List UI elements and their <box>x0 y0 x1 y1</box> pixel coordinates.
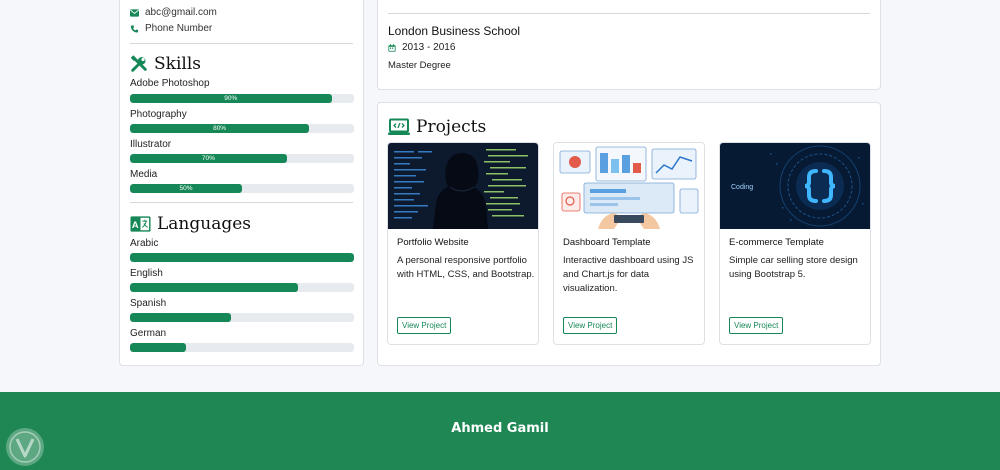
education-card: London Business School 2013 - 2016 Maste… <box>377 0 881 90</box>
project-title: Dashboard Template <box>563 237 651 248</box>
skill-name: Photography <box>130 109 187 120</box>
languages-heading: A Languages <box>130 214 251 234</box>
skill-name: Illustrator <box>130 139 172 150</box>
degree-name: Master Degree <box>388 60 451 71</box>
divider <box>130 43 353 44</box>
coder-image <box>388 143 538 229</box>
project-card: Coding E-commerce Template Simple car se… <box>719 142 871 345</box>
skill-progress-bar: 90% <box>130 94 354 103</box>
project-card: Dashboard Template Interactive dashboard… <box>553 142 705 345</box>
translate-icon: A <box>130 216 151 232</box>
skill-name: Media <box>130 169 158 180</box>
skill-progress-fill: 70% <box>130 154 287 163</box>
skills-title: Skills <box>154 54 201 74</box>
profile-sidebar-card: abc@gmail.com Phone Number Skills Adobe … <box>119 0 364 366</box>
footer: Ahmed Gamil <box>0 392 1000 470</box>
skill-progress-fill: 50% <box>130 184 242 193</box>
calendar-icon <box>388 43 396 52</box>
skill-progress-fill: 80% <box>130 124 310 133</box>
email-text: abc@gmail.com <box>145 7 217 18</box>
education-years: 2013 - 2016 <box>402 42 456 53</box>
language-name: German <box>130 328 167 339</box>
project-description: A personal responsive portfolio with HTM… <box>397 255 535 280</box>
language-progress-bar <box>130 343 354 352</box>
view-project-button[interactable]: View Project <box>729 317 784 334</box>
svg-text:A: A <box>132 220 139 231</box>
language-name: Spanish <box>130 298 167 309</box>
project-title: E-commerce Template <box>729 237 824 248</box>
project-image: Coding <box>720 143 870 229</box>
view-project-button[interactable]: View Project <box>563 317 618 334</box>
skills-heading: Skills <box>130 54 201 74</box>
school-name: London Business School <box>388 24 521 38</box>
language-progress-fill <box>130 343 186 352</box>
view-project-button[interactable]: View Project <box>397 317 452 334</box>
skill-progress-bar: 50% <box>130 184 354 193</box>
project-image <box>388 143 538 229</box>
coding-braces-image: Coding <box>720 143 870 229</box>
phone-row: Phone Number <box>130 23 212 34</box>
language-progress-fill <box>130 253 354 262</box>
footer-name: Ahmed Gamil <box>451 421 549 436</box>
project-description: Simple car selling store design using Bo… <box>729 255 858 280</box>
project-card: Portfolio Website A personal responsive … <box>387 142 539 345</box>
divider <box>388 13 870 14</box>
skill-progress-bar: 70% <box>130 154 354 163</box>
projects-title: Projects <box>416 117 487 137</box>
language-progress-bar <box>130 253 354 262</box>
phone-icon <box>130 24 139 33</box>
skill-progress-fill: 90% <box>130 94 332 103</box>
language-progress-bar <box>130 283 354 292</box>
code-laptop-icon <box>388 118 410 135</box>
education-years-row: 2013 - 2016 <box>388 42 455 53</box>
tools-icon <box>130 55 147 72</box>
phone-text: Phone Number <box>145 23 213 34</box>
divider <box>130 202 353 203</box>
skill-progress-bar: 80% <box>130 124 354 133</box>
projects-heading: Projects <box>388 117 486 137</box>
projects-card: Projects Portfolio Website A personal re… <box>377 102 881 366</box>
envelope-icon <box>130 8 139 17</box>
project-image <box>554 143 704 229</box>
language-name: Arabic <box>130 238 159 249</box>
language-progress-bar <box>130 313 354 322</box>
coding-label: Coding <box>731 184 753 191</box>
project-title: Portfolio Website <box>397 237 469 248</box>
languages-title: Languages <box>157 214 252 234</box>
project-description: Interactive dashboard using JS and Chart… <box>563 255 694 294</box>
language-name: English <box>130 268 163 279</box>
skill-name: Adobe Photoshop <box>130 78 210 89</box>
watermark-logo-icon <box>6 428 44 466</box>
email-row: abc@gmail.com <box>130 7 217 18</box>
dashboard-illustration-image <box>554 143 704 229</box>
language-progress-fill <box>130 283 298 292</box>
language-progress-fill <box>130 313 231 322</box>
